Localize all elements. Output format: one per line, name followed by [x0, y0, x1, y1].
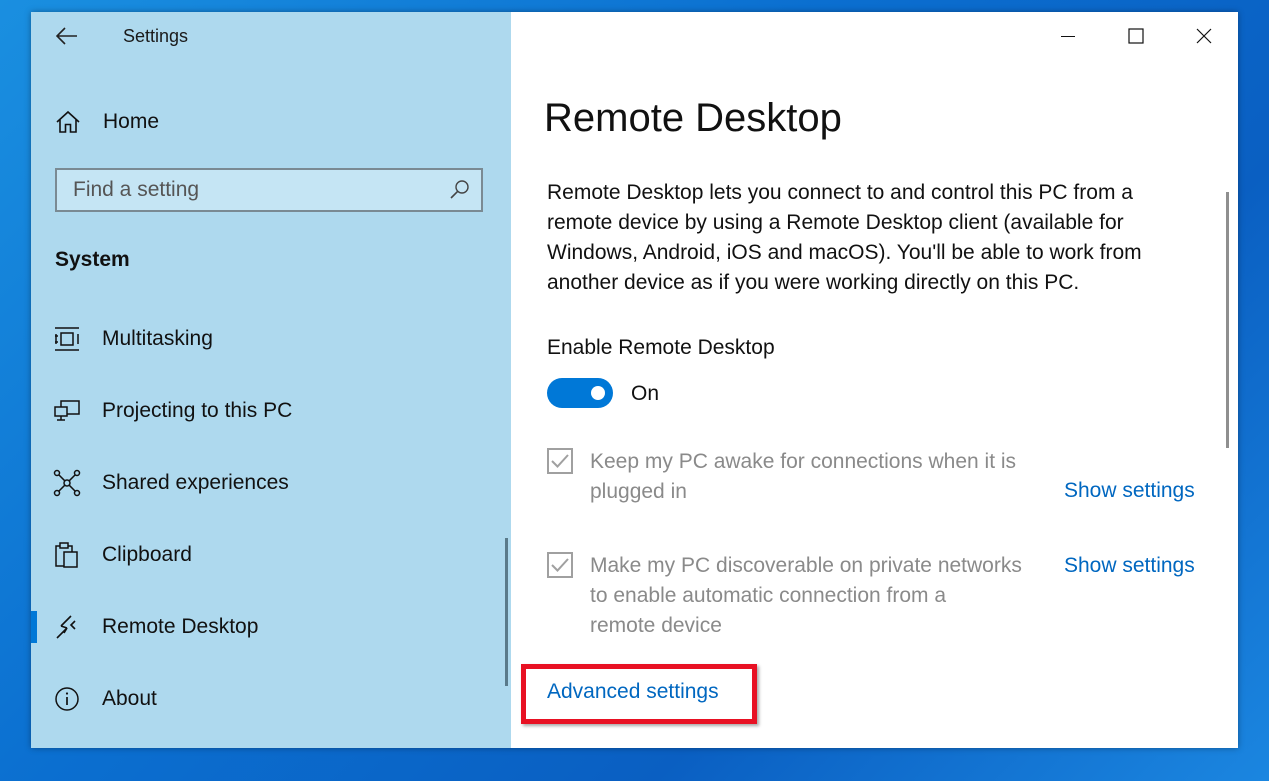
sidebar-item-label: Clipboard	[102, 543, 192, 566]
keep-awake-checkbox[interactable]	[547, 448, 573, 474]
discoverable-text-line1: Make my PC discoverable on private netwo…	[590, 554, 1022, 577]
sidebar-item-label: About	[102, 687, 157, 710]
close-icon	[1196, 28, 1212, 44]
sidebar: Settings Home System Multitasking	[31, 12, 511, 748]
sidebar-item-label: Remote Desktop	[102, 615, 259, 638]
toggle-label: Enable Remote Desktop	[547, 336, 775, 359]
info-icon	[55, 687, 79, 711]
keep-awake-text-line1: Keep my PC awake for connections when it…	[590, 450, 1017, 473]
maximize-icon	[1128, 28, 1144, 44]
clipboard-icon	[55, 542, 78, 568]
discoverable-text-line3: remote device	[590, 614, 722, 637]
sidebar-item-about[interactable]: About	[31, 673, 511, 725]
checkmark-icon	[551, 558, 569, 572]
section-title: System	[55, 248, 130, 271]
remote-desktop-icon	[56, 615, 76, 639]
maximize-button[interactable]	[1102, 12, 1170, 60]
selected-indicator	[31, 611, 37, 643]
checkmark-icon	[551, 454, 569, 468]
nav-home[interactable]: Home	[31, 100, 511, 144]
discoverable-show-settings-link[interactable]: Show settings	[1064, 554, 1195, 578]
keep-awake-show-settings-link[interactable]: Show settings	[1064, 479, 1195, 503]
settings-window: Settings Home System Multitasking	[31, 12, 1238, 748]
content-scrollbar[interactable]	[1226, 192, 1229, 448]
toggle-knob	[591, 386, 605, 400]
enable-remote-desktop-toggle[interactable]	[547, 378, 613, 408]
minimize-icon	[1061, 36, 1075, 37]
sidebar-item-label: Multitasking	[102, 327, 213, 350]
projecting-icon	[54, 400, 80, 421]
search-icon[interactable]	[449, 179, 471, 201]
page-title: Remote Desktop	[544, 96, 842, 140]
sidebar-item-projecting[interactable]: Projecting to this PC	[31, 385, 511, 437]
sidebar-item-multitasking[interactable]: Multitasking	[31, 313, 511, 365]
title-bar: Settings	[31, 12, 511, 60]
main-content: Remote Desktop Remote Desktop lets you c…	[511, 12, 1238, 748]
back-arrow-icon	[56, 27, 77, 45]
discoverable-text-line2: to enable automatic connection from a	[590, 584, 947, 607]
minimize-button[interactable]	[1034, 12, 1102, 60]
description-text: Remote Desktop lets you connect to and c…	[547, 181, 1142, 294]
window-title: Settings	[123, 26, 189, 46]
advanced-settings-link[interactable]: Advanced settings	[547, 680, 719, 704]
shared-experiences-icon	[53, 469, 81, 497]
discoverable-checkbox[interactable]	[547, 552, 573, 578]
search-box	[55, 168, 483, 212]
keep-awake-text-line2: plugged in	[590, 480, 687, 503]
sidebar-item-label: Projecting to this PC	[102, 399, 293, 422]
sidebar-item-label: Shared experiences	[102, 471, 289, 494]
close-button[interactable]	[1170, 12, 1238, 60]
multitasking-icon	[55, 327, 79, 351]
toggle-state-text: On	[631, 382, 660, 405]
sidebar-scrollbar[interactable]	[505, 538, 508, 686]
sidebar-item-clipboard[interactable]: Clipboard	[31, 529, 511, 581]
home-icon	[56, 110, 80, 133]
back-button[interactable]	[49, 22, 85, 50]
search-input[interactable]	[57, 170, 437, 210]
sidebar-item-shared-experiences[interactable]: Shared experiences	[31, 457, 511, 509]
nav-home-label: Home	[103, 110, 160, 133]
sidebar-item-remote-desktop[interactable]: Remote Desktop	[31, 601, 511, 653]
